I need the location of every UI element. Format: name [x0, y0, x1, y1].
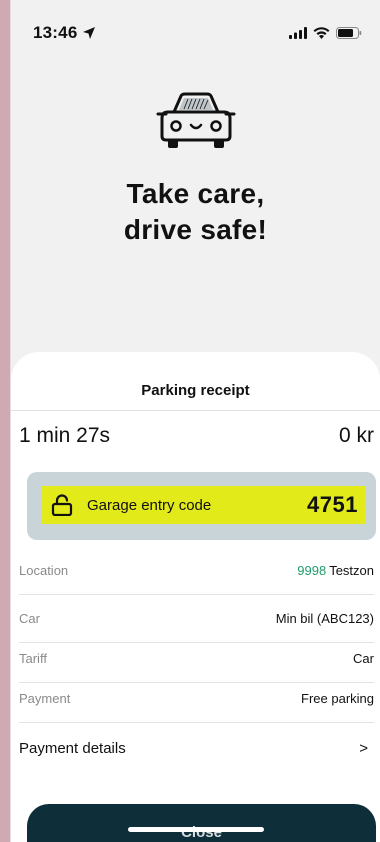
- parking-duration: 1 min 27s: [19, 424, 111, 447]
- close-button[interactable]: Close: [27, 804, 376, 842]
- wifi-icon: [313, 27, 330, 39]
- signal-icon: [289, 27, 307, 39]
- location-code: 9998: [297, 562, 327, 578]
- tagline: Take care, drive safe!: [11, 176, 380, 248]
- garage-code-card: Garage entry code 4751: [27, 472, 376, 540]
- garage-code-label: Garage entry code: [87, 496, 212, 514]
- garage-code-label-group: Garage entry code: [51, 494, 211, 516]
- tagline-line-1: Take care,: [126, 178, 265, 209]
- row-label: Car: [19, 610, 40, 626]
- receipt-title: Parking receipt: [141, 382, 250, 399]
- payment-details-link[interactable]: Payment details >: [19, 740, 368, 757]
- status-icons: [289, 27, 362, 39]
- location-name: Testzon: [329, 562, 374, 578]
- parking-amount: 0 kr: [338, 424, 374, 447]
- receipt-row-car: Car Min bil (ABC123): [19, 596, 374, 640]
- row-value: 9998 Testzon: [297, 563, 374, 578]
- tagline-line-2: drive safe!: [123, 214, 268, 245]
- row-divider: [19, 594, 374, 595]
- row-divider: [19, 722, 374, 723]
- row-label: Tariff: [19, 650, 47, 666]
- receipt-row-tariff: Tariff Car: [19, 636, 374, 680]
- row-value: Car: [353, 650, 374, 666]
- receipt-row-payment: Payment Free parking: [19, 676, 374, 720]
- status-time-group: 13:46: [33, 23, 96, 43]
- chevron-right-icon: >: [359, 740, 368, 757]
- phone-screen: 13:46 Take care, drive safe! Parking rec…: [10, 0, 380, 842]
- receipt-sheet: Parking receipt 1 min 27s 0 kr Garage en…: [11, 352, 380, 842]
- receipt-summary: 1 min 27s 0 kr: [19, 424, 374, 448]
- location-arrow-icon: [83, 27, 96, 39]
- status-time: 13:46: [33, 23, 78, 42]
- car-icon: [156, 92, 235, 148]
- receipt-row-location: Location 9998 Testzon: [19, 548, 374, 592]
- status-bar: 13:46: [33, 22, 362, 44]
- payment-details-label: Payment details: [19, 740, 126, 757]
- row-label: Payment: [19, 690, 71, 706]
- title-divider: [11, 410, 380, 411]
- garage-code-highlight[interactable]: Garage entry code 4751: [41, 486, 366, 524]
- row-label: Location: [19, 562, 69, 578]
- row-value: Free parking: [301, 690, 374, 706]
- home-indicator: [127, 827, 264, 832]
- garage-code-value: 4751: [307, 492, 358, 517]
- unlock-icon: [51, 494, 73, 516]
- hero: Take care, drive safe!: [11, 90, 380, 248]
- row-value: Min bil (ABC123): [275, 610, 374, 626]
- battery-icon: [336, 27, 362, 39]
